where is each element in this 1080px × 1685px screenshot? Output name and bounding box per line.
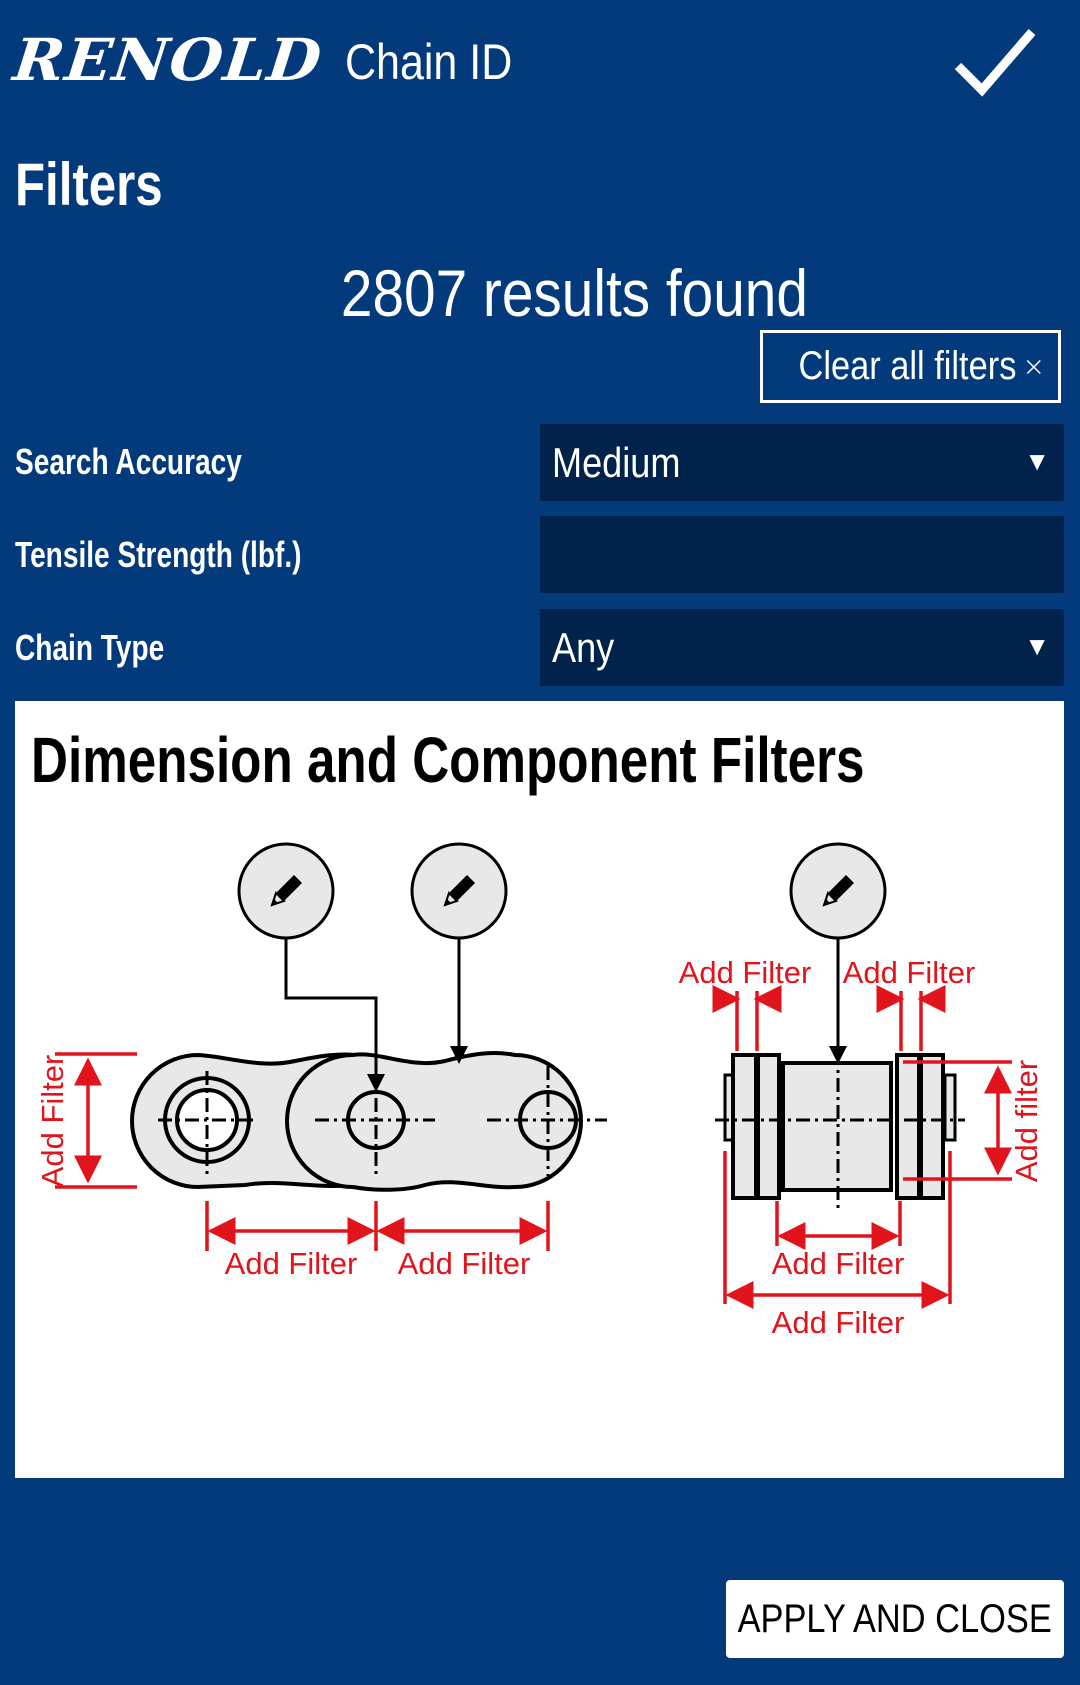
apply-and-close-button[interactable]: APPLY AND CLOSE: [726, 1580, 1064, 1658]
add-filter-overall-width[interactable]: Add Filter: [772, 1305, 905, 1340]
add-filter-pitch-1[interactable]: Add Filter: [225, 1246, 358, 1281]
dropdown-arrow-icon: ▼: [1024, 631, 1050, 661]
clear-all-filters-label: Clear all filters: [798, 344, 1017, 388]
add-filter-roller-height[interactable]: Add filter: [1009, 1060, 1044, 1182]
edit-roller-button[interactable]: [789, 842, 887, 940]
dimension-filters-panel: Dimension and Component Filters Add Filt…: [15, 701, 1064, 1478]
chain-type-value: Any: [552, 623, 615, 671]
chain-side-view: Add Filter Add Filter Add Filter: [35, 842, 607, 1281]
edit-pitch-button[interactable]: [237, 842, 335, 940]
add-filter-link-height[interactable]: Add Filter: [35, 1055, 70, 1188]
page-title: Filters: [15, 151, 163, 218]
search-accuracy-select[interactable]: Medium ▼: [540, 424, 1064, 501]
chain-type-select[interactable]: Any ▼: [540, 609, 1064, 686]
chain-type-label: Chain Type: [15, 627, 165, 668]
search-accuracy-label: Search Accuracy: [15, 441, 242, 482]
tensile-strength-input[interactable]: [540, 516, 1064, 593]
clear-all-filters-button[interactable]: Clear all filters: [760, 330, 1061, 403]
close-icon: [1027, 359, 1042, 374]
edit-plate-button[interactable]: [410, 842, 508, 940]
renold-logo: RENOLD: [10, 26, 326, 94]
results-count: 2807 results found: [340, 256, 808, 330]
app-title: Chain ID: [345, 34, 513, 90]
confirm-button[interactable]: [950, 18, 1040, 103]
chain-end-view: Add Filter Add Filter Add filter Add Fil…: [679, 842, 1044, 1340]
add-filter-inner-width[interactable]: Add Filter: [772, 1246, 905, 1281]
search-accuracy-value: Medium: [552, 438, 681, 486]
dropdown-arrow-icon: ▼: [1024, 446, 1050, 476]
apply-and-close-label: APPLY AND CLOSE: [737, 1596, 1053, 1641]
add-filter-pitch-2[interactable]: Add Filter: [398, 1246, 531, 1281]
tensile-strength-label: Tensile Strength (lbf.): [15, 534, 302, 575]
checkmark-icon: [954, 29, 1036, 97]
chain-diagram: Add Filter Add Filter Add Filter Add Fil…: [35, 842, 1044, 1340]
add-filter-right-plate[interactable]: Add Filter: [843, 955, 976, 990]
add-filter-left-plate[interactable]: Add Filter: [679, 955, 812, 990]
